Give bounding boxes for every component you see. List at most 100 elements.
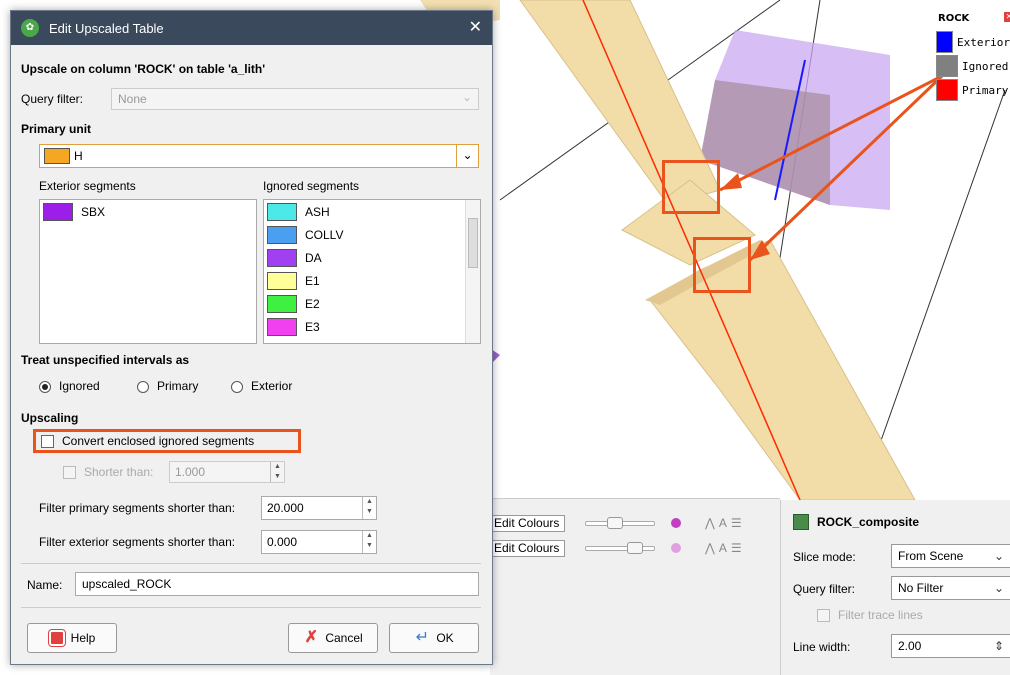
radio-ignored-label: Ignored [59, 379, 100, 393]
filter-primary-input[interactable]: 20.000 ▲ ▼ [261, 496, 377, 520]
chevron-down-icon[interactable]: ⌄ [456, 145, 478, 167]
scrollbar[interactable] [465, 200, 480, 343]
shorter-than-input: 1.000 ▲ ▼ [169, 461, 285, 483]
filter-exterior-input[interactable]: 0.000 ▲ ▼ [261, 530, 377, 554]
layer-row: Edit Colours ⋀A☰ [490, 538, 780, 558]
spin-icon[interactable]: ▲ ▼ [362, 531, 376, 553]
radio-exterior-label: Exterior [251, 379, 293, 393]
radio-exterior[interactable]: Exterior [231, 379, 292, 393]
line-width-input[interactable]: 2.00 ⇕ [891, 634, 1010, 658]
shorter-than-label: Shorter than: [84, 465, 154, 479]
highlight-box-lower [693, 237, 751, 293]
convert-enclosed-label: Convert enclosed ignored segments [62, 434, 255, 448]
close-icon[interactable]: ✕ [469, 17, 482, 37]
layer-style-icons[interactable]: ⋀A☰ [705, 516, 746, 530]
exterior-segments-list[interactable]: SBX [39, 199, 257, 344]
radio-ignored-icon[interactable] [39, 380, 51, 393]
dialog-titlebar[interactable]: ✿ Edit Upscaled Table ✕ [11, 11, 492, 45]
app-icon: ✿ [21, 19, 39, 37]
chevron-down-icon: ⌄ [993, 581, 1004, 595]
segment-swatch [267, 248, 297, 267]
exterior-segments-label: Exterior segments [39, 179, 136, 193]
opacity-slider[interactable] [585, 517, 665, 529]
list-item[interactable]: E1 [264, 269, 480, 292]
layer-style-icons[interactable]: ⋀A☰ [705, 541, 746, 555]
opacity-slider[interactable] [585, 542, 665, 554]
slider-thumb-icon[interactable] [627, 542, 643, 554]
filter-trace-lines-checkbox [817, 609, 830, 623]
upscale-heading: Upscale on column 'ROCK' on table 'a_lit… [21, 62, 266, 76]
ignored-segments-list[interactable]: ASH COLLV DA E1 E2 E3 [263, 199, 481, 344]
convert-enclosed-checkbox[interactable] [41, 435, 54, 449]
list-item[interactable]: ASH [264, 200, 480, 223]
segment-label: DA [305, 250, 322, 265]
layer-color-icon[interactable] [671, 518, 681, 528]
slice-mode-value: From Scene [898, 549, 964, 563]
cancel-button[interactable]: ✗ Cancel [288, 623, 378, 653]
radio-exterior-icon[interactable] [231, 380, 243, 393]
radio-ignored[interactable]: Ignored [39, 379, 100, 393]
segment-label: ASH [305, 204, 330, 219]
legend-title: ROCK [938, 13, 970, 24]
radio-primary-icon[interactable] [137, 380, 149, 393]
segment-swatch [267, 271, 297, 290]
name-input[interactable]: upscaled_ROCK [75, 572, 479, 596]
edit-colours-button[interactable]: Edit Colours [490, 539, 565, 557]
convert-enclosed-option[interactable]: Convert enclosed ignored segments [41, 434, 255, 449]
filter-exterior-label: Filter exterior segments shorter than: [39, 535, 236, 549]
radio-primary[interactable]: Primary [137, 379, 198, 393]
segment-label: SBX [81, 204, 106, 219]
spin-icon[interactable]: ▲ ▼ [362, 497, 376, 519]
legend-swatch-ignored [936, 55, 958, 77]
filter-primary-label: Filter primary segments shorter than: [39, 501, 236, 515]
primary-unit-value: H [74, 149, 83, 163]
properties-panel: ROCK_composite Slice mode: From Scene ⌄ Q… [780, 500, 1010, 675]
legend-swatch-exterior [936, 31, 954, 53]
segment-label: COLLV [305, 227, 344, 242]
segment-label: E1 [305, 273, 320, 288]
list-item[interactable]: E2 [264, 292, 480, 315]
segment-label: E2 [305, 296, 320, 311]
chevron-down-icon: ⌄ [461, 90, 472, 104]
cancel-label: Cancel [325, 631, 363, 645]
segment-label: E3 [305, 319, 320, 334]
legend-label: Exterior [957, 35, 1010, 49]
slice-mode-label: Slice mode: [793, 550, 856, 564]
scroll-thumb[interactable] [468, 218, 478, 268]
edit-colours-button[interactable]: Edit Colours [490, 514, 565, 532]
slice-mode-select[interactable]: From Scene ⌄ [891, 544, 1010, 568]
divider [21, 563, 481, 564]
query-filter-label: Query filter: [21, 92, 84, 106]
name-value: upscaled_ROCK [82, 577, 172, 591]
ok-label: OK [436, 631, 454, 645]
spin-icon: ▲ ▼ [270, 462, 284, 482]
legend-close-icon[interactable]: ✕ [1004, 12, 1010, 22]
filter-trace-lines-option: Filter trace lines [817, 608, 923, 623]
legend-label: Primary [962, 83, 1009, 97]
list-item[interactable]: E3 [264, 315, 480, 338]
filter-primary-value: 20.000 [267, 501, 304, 515]
chevron-down-icon: ⌄ [993, 549, 1004, 563]
legend-item: Primary [932, 78, 1010, 102]
primary-unit-select[interactable]: H ⌄ [39, 144, 479, 168]
list-item[interactable]: COLLV [264, 223, 480, 246]
segment-swatch [267, 202, 297, 221]
layer-color-icon[interactable] [671, 543, 681, 553]
name-label: Name: [27, 578, 63, 592]
props-title-text: ROCK_composite [817, 515, 920, 529]
legend-label: Ignored [962, 59, 1009, 73]
shorter-than-checkbox [63, 466, 76, 480]
lifebuoy-icon [47, 629, 66, 647]
list-item[interactable]: DA [264, 246, 480, 269]
list-item[interactable]: SBX [40, 200, 256, 223]
cancel-icon: ✗ [304, 629, 319, 646]
help-button[interactable]: Help [27, 623, 117, 653]
slider-thumb-icon[interactable] [607, 517, 623, 529]
ok-icon: ↵ [415, 629, 430, 646]
ok-button[interactable]: ↵ OK [389, 623, 479, 653]
filter-exterior-value: 0.000 [267, 535, 298, 549]
query-filter-select[interactable]: No Filter ⌄ [891, 576, 1010, 600]
spin-icon[interactable]: ⇕ [994, 635, 1004, 657]
query-filter-value: None [118, 92, 147, 106]
shorter-than-value: 1.000 [175, 465, 206, 479]
